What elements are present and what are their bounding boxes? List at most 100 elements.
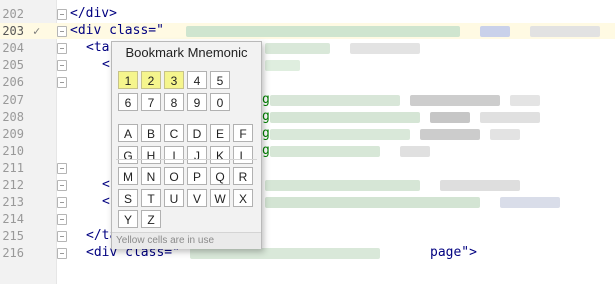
bookmark-mnemonic-popup: Bookmark Mnemonic 12345 67890 ABCDEF GHIJKL…	[111, 41, 262, 249]
mnemonic-cell-4[interactable]: 4	[187, 71, 207, 89]
obscured-code	[265, 60, 300, 72]
mnemonic-cell-z[interactable]: Z	[141, 210, 161, 228]
fold-marker-icon[interactable]	[57, 60, 67, 72]
obscured-code	[265, 197, 480, 209]
obscured-code	[440, 180, 520, 191]
fold-marker-icon[interactable]	[57, 26, 67, 38]
fold-marker-icon[interactable]	[57, 180, 67, 191]
obscured-code	[420, 128, 480, 140]
mnemonic-cell-u[interactable]: U	[164, 188, 184, 207]
mnemonic-cell-d[interactable]: D	[187, 124, 207, 142]
mnemonic-cell-m[interactable]: M	[118, 167, 138, 185]
separator	[116, 159, 257, 160]
line-number: 213	[2, 195, 24, 210]
fold-marker-icon[interactable]	[57, 43, 67, 55]
mnemonic-cell-t[interactable]: T	[141, 188, 161, 207]
line-number: 203	[2, 24, 24, 39]
code-editor[interactable]: 202 </div> 203 ✓ <div class=" 204 <ta 205 <206 20…	[0, 0, 615, 284]
mnemonic-cell-3[interactable]: 3	[164, 71, 184, 89]
mnemonic-cell-k[interactable]: K	[210, 145, 230, 164]
obscured-code	[480, 26, 510, 38]
mnemonic-cell-a[interactable]: A	[118, 124, 138, 142]
obscured-code	[490, 128, 520, 140]
obscured-code	[270, 111, 420, 123]
mnemonic-cell-e[interactable]: E	[210, 124, 230, 142]
obscured-code	[265, 180, 420, 191]
obscured-code	[500, 197, 560, 209]
popup-title: Bookmark Mnemonic	[125, 45, 248, 60]
mnemonic-cell-1[interactable]: 1	[118, 71, 138, 89]
code-line-204[interactable]: 204 <ta	[0, 40, 615, 56]
code-text: g	[262, 91, 270, 107]
code-line-209[interactable]: 209 g	[0, 126, 615, 142]
mnemonic-cell-p[interactable]: P	[187, 167, 207, 185]
line-number: 216	[2, 246, 24, 261]
mnemonic-cell-b[interactable]: B	[141, 124, 161, 142]
mnemonic-cell-6[interactable]: 6	[118, 93, 138, 111]
obscured-code	[270, 145, 380, 157]
obscured-code	[186, 26, 460, 38]
mnemonic-cell-j[interactable]: J	[187, 145, 207, 164]
line-number: 215	[2, 229, 24, 244]
code-line-210[interactable]: 210 g	[0, 143, 615, 159]
fold-marker-icon[interactable]	[57, 197, 67, 209]
mnemonic-cell-r[interactable]: R	[233, 167, 253, 185]
mnemonic-cell-c[interactable]: C	[164, 124, 184, 142]
footer-hint: Yellow cells are in use	[116, 235, 215, 246]
code-line-215[interactable]: 215</table>	[0, 228, 615, 244]
mnemonic-cell-v[interactable]: V	[187, 188, 207, 207]
obscured-code	[510, 94, 540, 106]
mnemonic-cell-5[interactable]: 5	[210, 71, 230, 89]
line-number: 212	[2, 178, 24, 192]
mnemonic-cell-f[interactable]: F	[233, 124, 253, 142]
mnemonic-cell-w[interactable]: W	[210, 188, 230, 207]
code-line-202[interactable]: 202 </div>	[0, 6, 615, 22]
code-text: g	[262, 108, 270, 124]
obscured-code	[270, 94, 400, 106]
code-text: <ta	[86, 40, 110, 56]
code-line-216[interactable]: 216 <div class=" page">	[0, 245, 615, 261]
mnemonic-cell-l[interactable]: L	[233, 145, 253, 164]
obscured-code	[530, 26, 600, 38]
mnemonic-cell-9[interactable]: 9	[187, 93, 207, 111]
code-text: <	[102, 194, 110, 210]
mnemonic-cell-o[interactable]: O	[164, 167, 184, 185]
code-line-206[interactable]: 206	[0, 74, 615, 90]
code-line-212[interactable]: 212 <	[0, 177, 615, 193]
code-line-213[interactable]: 213 <	[0, 194, 615, 210]
code-line-214[interactable]: 214	[0, 211, 615, 227]
line-number: 210	[2, 143, 24, 158]
code-line-208[interactable]: 208 g	[0, 109, 615, 125]
mnemonic-cell-s[interactable]: S	[118, 188, 138, 207]
mnemonic-cell-7[interactable]: 7	[141, 93, 161, 111]
mnemonic-cell-n[interactable]: N	[141, 167, 161, 185]
mnemonic-cell-h[interactable]: H	[141, 145, 161, 164]
fold-marker-icon[interactable]	[57, 9, 67, 20]
fold-marker-icon[interactable]	[57, 248, 67, 260]
fold-marker-icon[interactable]	[57, 77, 67, 89]
code-text: </div>	[70, 6, 117, 21]
mnemonic-cell-2[interactable]: 2	[141, 71, 161, 89]
line-number: 214	[2, 212, 24, 227]
code-text: g	[262, 125, 270, 141]
code-line-203[interactable]: 203 ✓ <div class="	[0, 23, 615, 40]
mnemonic-cell-0[interactable]: 0	[210, 93, 230, 111]
code-text: <div class="	[70, 23, 164, 39]
mnemonic-cell-8[interactable]: 8	[164, 93, 184, 111]
mnemonic-cell-i[interactable]: I	[164, 145, 184, 164]
code-line-207[interactable]: 207 g	[0, 92, 615, 108]
code-line-211[interactable]: 211	[0, 160, 615, 176]
fold-marker-icon[interactable]	[57, 214, 67, 226]
fold-marker-icon[interactable]	[57, 162, 67, 174]
mnemonic-cell-x[interactable]: X	[233, 188, 253, 207]
fold-marker-icon[interactable]	[57, 231, 67, 243]
obscured-code	[410, 94, 500, 106]
line-number: 205	[2, 58, 24, 73]
obscured-code	[270, 128, 410, 140]
line-number: 208	[2, 109, 24, 124]
mnemonic-cell-y[interactable]: Y	[118, 210, 138, 228]
line-number: 207	[2, 92, 24, 107]
mnemonic-cell-g[interactable]: G	[118, 145, 138, 164]
code-line-205[interactable]: 205 <	[0, 57, 615, 73]
mnemonic-cell-q[interactable]: Q	[210, 167, 230, 185]
